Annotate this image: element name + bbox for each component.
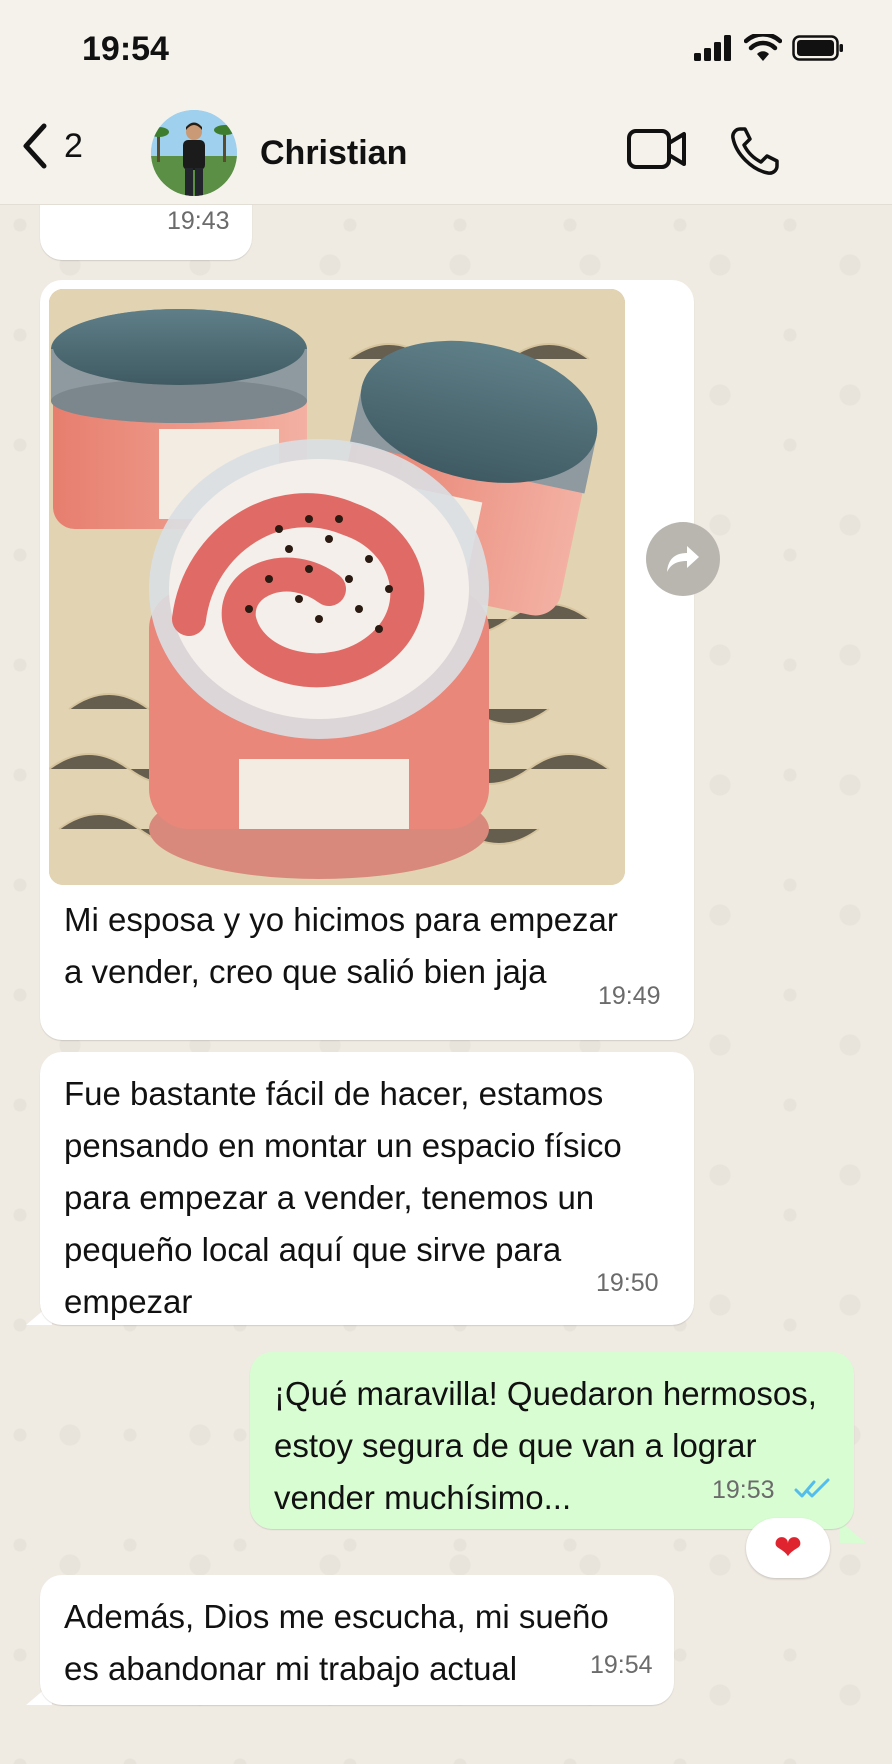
back-button[interactable]: 2 [20,122,83,170]
message-time: 19:49 [598,982,661,1010]
avatar[interactable] [151,110,237,196]
forward-arrow-icon [667,546,699,572]
reaction-heart[interactable]: ❤ [746,1518,830,1578]
message-time: 19:50 [596,1269,659,1297]
message-text: Además, Dios me escucha, mi sueño es aba… [64,1598,609,1687]
avatar-image [151,110,237,196]
message-time: 19:43 [167,207,230,235]
photo-jars-image [49,289,625,885]
message-text: Mi esposa y yo hicimos para empezar a ve… [64,901,618,990]
message-text: Fue bastante fácil de hacer, estamos pen… [64,1075,622,1320]
battery-icon [792,35,843,61]
phone-icon [731,127,779,175]
status-bar: 19:54 [0,0,892,100]
double-check-icon [794,1478,830,1498]
contact-name[interactable]: Christian [260,134,407,173]
message-bubble-incoming[interactable]: Además, Dios me escucha, mi sueño es aba… [40,1575,674,1705]
message-bubble-photo[interactable]: Mi esposa y yo hicimos para empezar a ve… [40,280,694,1040]
chat-header: 2 Christian [0,100,892,205]
video-camera-icon [627,129,686,169]
message-time: 19:53 [712,1476,775,1504]
status-icons [694,34,844,62]
voice-call-button[interactable] [728,124,782,183]
message-bubble-incoming[interactable]: 19:43 [40,205,252,260]
wifi-icon [744,34,782,61]
forward-button[interactable] [646,522,720,596]
video-call-button[interactable] [626,126,688,177]
heart-icon: ❤ [773,1529,803,1567]
message-bubble-incoming[interactable]: Fue bastante fácil de hacer, estamos pen… [40,1052,694,1325]
message-time: 19:54 [590,1651,653,1679]
chevron-left-icon [23,123,47,169]
unread-count: 2 [64,126,83,165]
message-bubble-outgoing[interactable]: ¡Qué maravilla! Quedaron hermosos, estoy… [250,1352,854,1529]
signal-icon [694,35,731,61]
status-time: 19:54 [82,30,169,68]
message-photo[interactable] [49,289,625,885]
chat-area[interactable]: 19:43 Mi esposa y yo hicimos para empeza… [0,205,892,1764]
